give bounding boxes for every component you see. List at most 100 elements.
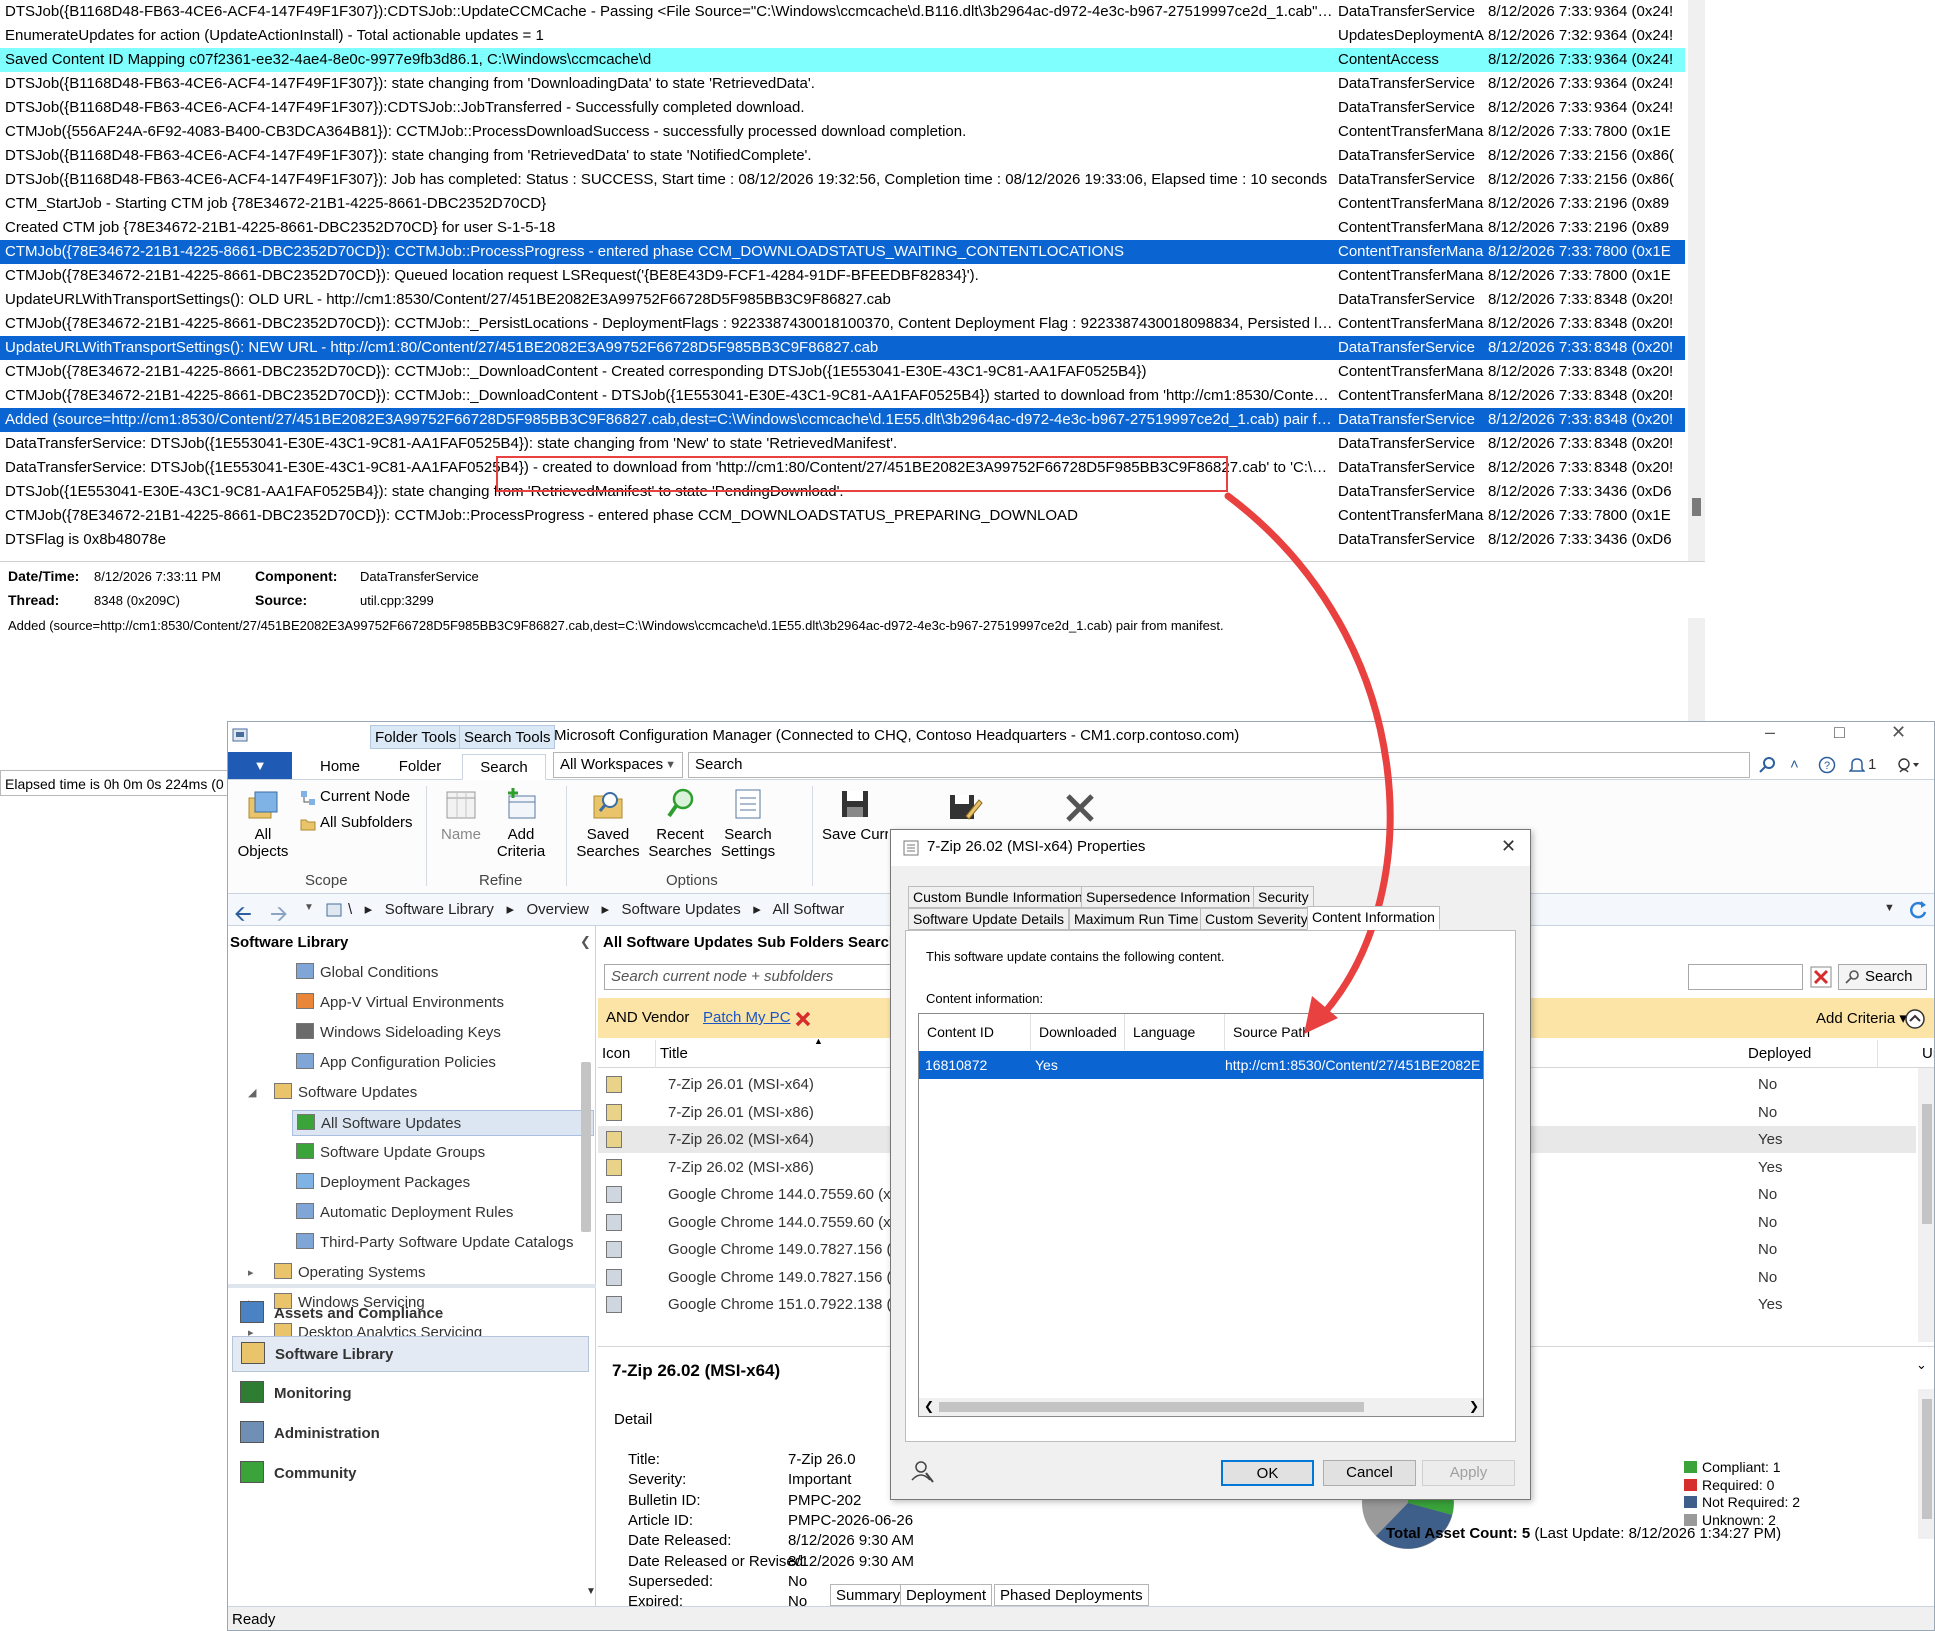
- collapse-pane-icon[interactable]: ❮: [580, 934, 591, 950]
- log-row[interactable]: DTSFlag is 0x8b48078e DataTransferService…: [0, 528, 1685, 552]
- breadcrumb-all-software-updates[interactable]: All Softwar: [773, 901, 845, 918]
- results-scrollbar[interactable]: [1918, 1068, 1934, 1342]
- log-scrollbar-thumb[interactable]: [1692, 498, 1701, 516]
- close-icon[interactable]: ✕: [1891, 722, 1906, 743]
- history-dropdown-icon[interactable]: ▼: [304, 902, 314, 913]
- tab-security[interactable]: Security: [1253, 886, 1314, 908]
- maximize-icon[interactable]: □: [1834, 722, 1845, 743]
- log-row[interactable]: CTMJob({78E34672-21B1-4225-8661-DBC2352D…: [0, 384, 1685, 408]
- minimize-icon[interactable]: –: [1765, 722, 1775, 743]
- sidebar-item-third-party-software-update-catalogs[interactable]: Third-Party Software Update Catalogs: [292, 1230, 573, 1256]
- close-search-icon[interactable]: [1062, 790, 1098, 826]
- log-row[interactable]: Created CTM job {78E34672-21B1-4225-8661…: [0, 216, 1685, 240]
- details-scrollbar[interactable]: [1918, 1389, 1934, 1539]
- search-button[interactable]: Search: [1838, 964, 1927, 990]
- column-header-content-id[interactable]: Content ID: [919, 1014, 1031, 1050]
- collapse-ribbon-icon[interactable]: ˄: [1790, 756, 1799, 773]
- breadcrumb-dropdown-icon[interactable]: ▼: [1884, 902, 1895, 914]
- tree-expander-icon[interactable]: ▸: [248, 1260, 254, 1286]
- recent-searches-button[interactable]: Recent Searches: [646, 786, 714, 860]
- details-expand-icon[interactable]: ⌄: [1916, 1357, 1927, 1373]
- pane-splitter[interactable]: [228, 1284, 596, 1288]
- breadcrumb-overview[interactable]: Overview: [526, 901, 589, 918]
- workspace-assets-and-compliance[interactable]: Assets and Compliance: [232, 1296, 589, 1332]
- tree-expander-icon[interactable]: ◢: [248, 1080, 256, 1106]
- column-header-deployed[interactable]: Deployed: [1748, 1040, 1878, 1068]
- breadcrumb-root[interactable]: \: [348, 901, 352, 918]
- tab-custom-bundle-information[interactable]: Custom Bundle Information: [908, 886, 1088, 908]
- tab-summary[interactable]: Summary: [830, 1584, 907, 1606]
- sidebar-item-software-update-groups[interactable]: Software Update Groups: [292, 1140, 485, 1166]
- sidebar-item-deployment-packages[interactable]: Deployment Packages: [292, 1170, 470, 1196]
- add-criteria-ribbon-button[interactable]: Add Criteria: [490, 786, 552, 860]
- tab-maximum-run-time[interactable]: Maximum Run Time: [1069, 908, 1204, 930]
- grid-scrollbar-thumb[interactable]: [939, 1402, 1364, 1412]
- scroll-down-icon[interactable]: ▼: [586, 1586, 596, 1597]
- tab-deployment[interactable]: Deployment: [900, 1584, 993, 1606]
- sidebar-item-all-software-updates[interactable]: All Software Updates: [292, 1110, 594, 1136]
- sidebar-item-global-conditions[interactable]: Global Conditions: [292, 960, 438, 986]
- column-header-downloaded[interactable]: Downloaded: [1031, 1014, 1125, 1050]
- tab-content-information[interactable]: Content Information: [1307, 906, 1440, 930]
- workspace-software-library[interactable]: Software Library: [232, 1336, 589, 1372]
- scroll-left-icon[interactable]: ❮: [924, 1399, 934, 1413]
- context-tab-search-tools[interactable]: Search Tools: [459, 725, 556, 749]
- log-row[interactable]: EnumerateUpdates for action (UpdateActio…: [0, 24, 1685, 48]
- log-row[interactable]: DTSJob({B1168D48-FB63-4CE6-ACF4-147F49F1…: [0, 96, 1685, 120]
- log-row[interactable]: DTSJob({B1168D48-FB63-4CE6-ACF4-147F49F1…: [0, 144, 1685, 168]
- help-person-icon[interactable]: [909, 1458, 935, 1484]
- remove-criteria-icon[interactable]: [794, 1010, 812, 1028]
- sidebar-item-software-updates[interactable]: ◢ Software Updates: [248, 1080, 417, 1106]
- log-row[interactable]: DTSJob({B1168D48-FB63-4CE6-ACF4-147F49F1…: [0, 0, 1685, 24]
- column-header-language[interactable]: Language: [1125, 1014, 1225, 1050]
- log-row[interactable]: CTMJob({78E34672-21B1-4225-8661-DBC2352D…: [0, 240, 1685, 264]
- all-objects-button[interactable]: All Objects: [234, 786, 292, 860]
- add-criteria-button[interactable]: Add Criteria ▾: [1816, 1009, 1907, 1027]
- log-row[interactable]: Added (source=http://cm1:8530/Content/27…: [0, 408, 1685, 432]
- log-row[interactable]: CTM_StartJob - Starting CTM job {78E3467…: [0, 192, 1685, 216]
- search-input[interactable]: Search current node + subfolders: [604, 964, 892, 990]
- collapse-criteria-icon[interactable]: [1904, 1008, 1926, 1030]
- save-current-search-button[interactable]: Save Curr Searc: [822, 786, 888, 843]
- log-row[interactable]: UpdateURLWithTransportSettings(): NEW UR…: [0, 336, 1685, 360]
- results-scrollbar-thumb[interactable]: [1922, 1104, 1932, 1224]
- tab-home[interactable]: Home: [308, 754, 372, 780]
- log-row[interactable]: CTMJob({556AF24A-6F92-4083-B400-CB3DCA36…: [0, 120, 1685, 144]
- column-header-icon[interactable]: Icon: [598, 1040, 656, 1068]
- file-menu-button[interactable]: ▼: [228, 752, 292, 779]
- content-row[interactable]: 16810872 Yes http://cm1:8530/Content/27/…: [919, 1051, 1483, 1079]
- sidebar-item-app-v-virtual-environments[interactable]: App-V Virtual Environments: [292, 990, 504, 1016]
- column-header-source-path[interactable]: Source Path: [1225, 1014, 1483, 1050]
- sidebar-item-app-configuration-policies[interactable]: App Configuration Policies: [292, 1050, 496, 1076]
- log-row[interactable]: Saved Content ID Mapping c07f2361-ee32-4…: [0, 48, 1685, 72]
- save-search-as-icon[interactable]: [944, 790, 984, 826]
- workspace-community[interactable]: Community: [232, 1456, 589, 1492]
- tab-supersedence-information[interactable]: Supersedence Information: [1081, 886, 1256, 908]
- sidebar-item-operating-systems[interactable]: ▸ Operating Systems: [248, 1260, 426, 1286]
- tab-phased-deployments[interactable]: Phased Deployments: [994, 1584, 1149, 1606]
- context-tab-folder-tools[interactable]: Folder Tools: [370, 725, 462, 749]
- log-row[interactable]: DTSJob({B1168D48-FB63-4CE6-ACF4-147F49F1…: [0, 168, 1685, 192]
- tab-folder[interactable]: Folder: [380, 754, 460, 780]
- notification-bell-icon[interactable]: [1849, 756, 1865, 774]
- dialog-close-icon[interactable]: ✕: [1501, 836, 1516, 857]
- grid-horizontal-scrollbar[interactable]: ❮ ❯: [919, 1398, 1483, 1416]
- all-subfolders-button[interactable]: All Subfolders: [320, 814, 413, 831]
- tab-custom-severity[interactable]: Custom Severity: [1200, 908, 1313, 930]
- tab-software-update-details[interactable]: Software Update Details: [908, 908, 1069, 930]
- log-scrollbar[interactable]: [1688, 0, 1705, 561]
- sidebar-item-automatic-deployment-rules[interactable]: Automatic Deployment Rules: [292, 1200, 513, 1226]
- refresh-icon[interactable]: [1908, 900, 1928, 920]
- log-row[interactable]: CTMJob({78E34672-21B1-4225-8661-DBC2352D…: [0, 504, 1685, 528]
- saved-searches-button[interactable]: Saved Searches: [576, 786, 640, 860]
- tab-search[interactable]: Search: [462, 754, 546, 780]
- current-node-button[interactable]: Current Node: [320, 788, 410, 805]
- log-row[interactable]: CTMJob({78E34672-21B1-4225-8661-DBC2352D…: [0, 360, 1685, 384]
- log-row[interactable]: CTMJob({78E34672-21B1-4225-8661-DBC2352D…: [0, 312, 1685, 336]
- content-grid[interactable]: Content ID Downloaded Language Source Pa…: [918, 1013, 1484, 1417]
- navigation-scrollbar-thumb[interactable]: [581, 1062, 591, 1232]
- details-scrollbar-thumb[interactable]: [1922, 1399, 1932, 1519]
- name-button[interactable]: Name: [436, 786, 486, 843]
- cancel-button[interactable]: Cancel: [1323, 1460, 1416, 1486]
- log-row[interactable]: DTSJob({B1168D48-FB63-4CE6-ACF4-147F49F1…: [0, 72, 1685, 96]
